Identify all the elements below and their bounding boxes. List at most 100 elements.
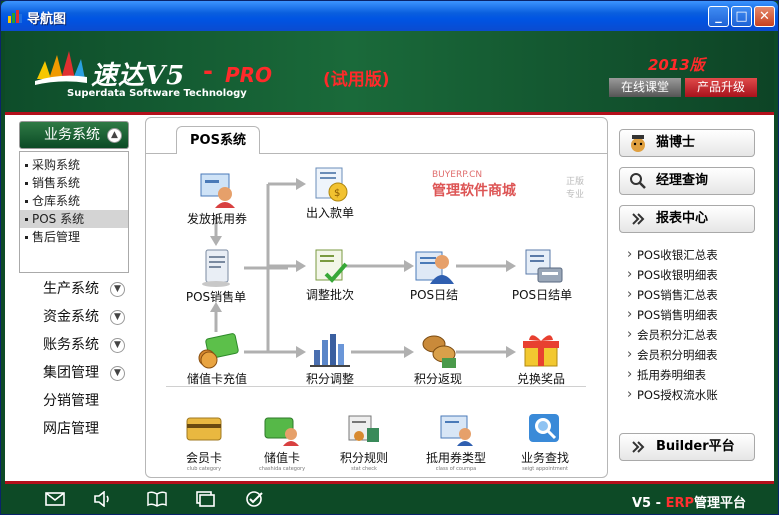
- daily-report-person-icon: [415, 251, 454, 284]
- sidebar-group-label: 账务系统: [43, 337, 99, 353]
- sidebar-group-distribution[interactable]: 分销管理: [19, 389, 129, 413]
- footer-prefix: V5 -: [632, 496, 662, 511]
- quick-sublabel: class of coumpa: [435, 466, 477, 472]
- quick-sublabel: stat check: [351, 466, 377, 472]
- sidebar-item-aftersales[interactable]: 售后管理: [20, 228, 128, 246]
- section-divider: [166, 386, 586, 387]
- quick-label: 储值卡: [263, 451, 300, 465]
- flow-card-topup[interactable]: 储值卡充值: [182, 330, 252, 387]
- report-link[interactable]: POS销售汇总表: [627, 285, 718, 305]
- online-class-button[interactable]: 在线课堂: [609, 78, 681, 97]
- flow-label: POS日结: [409, 288, 459, 302]
- flow-label: 发放抵用券: [186, 212, 247, 226]
- report-link[interactable]: POS销售明细表: [627, 305, 718, 325]
- sidebar-group-label: 分销管理: [43, 393, 99, 409]
- flow-pos-daily[interactable]: POS日结: [404, 246, 464, 303]
- sidebar-group-business[interactable]: 业务系统 ▲: [19, 121, 129, 149]
- report-center-button[interactable]: 报表中心: [619, 205, 755, 233]
- flow-adjust-batch[interactable]: 调整批次: [298, 246, 362, 303]
- chevron-down-icon: ▼: [110, 282, 125, 297]
- chevron-down-icon: ▼: [110, 338, 125, 353]
- gift-box-icon: [523, 335, 559, 367]
- footer-erp: ERP: [665, 496, 694, 511]
- report-link[interactable]: 会员积分明细表: [627, 345, 718, 365]
- mascot-button[interactable]: 猫博士: [619, 129, 755, 157]
- check-icon[interactable]: [245, 491, 265, 507]
- sidebar-sublist: 采购系统 销售系统 仓库系统 POS 系统 售后管理: [19, 151, 129, 273]
- sidebar-group-accounting[interactable]: 账务系统 ▼: [19, 333, 129, 357]
- search-icon: [529, 414, 559, 442]
- double-chevron-right-icon: [632, 213, 645, 225]
- chevron-down-icon: ▼: [110, 366, 125, 381]
- flow-label: POS销售单: [185, 290, 247, 304]
- report-link[interactable]: 会员积分汇总表: [627, 325, 718, 345]
- report-link[interactable]: 抵用券明细表: [627, 365, 718, 385]
- flow-label: 储值卡充值: [186, 372, 247, 386]
- mail-icon[interactable]: [45, 491, 65, 507]
- report-list: POS收银汇总表 POS收银明细表 POS销售汇总表 POS销售明细表 会员积分…: [627, 245, 718, 405]
- quick-member-card[interactable]: 会员卡 club category: [176, 412, 232, 472]
- card-coins-icon: [198, 333, 239, 369]
- quick-label: 会员卡: [185, 451, 222, 465]
- flow-label: 积分返现: [413, 372, 462, 386]
- sidebar-item-warehouse[interactable]: 仓库系统: [20, 192, 128, 210]
- sidebar-item-purchase[interactable]: 采购系统: [20, 156, 128, 174]
- report-link[interactable]: POS收银明细表: [627, 265, 718, 285]
- coins-stack-icon: [422, 335, 456, 368]
- builder-button[interactable]: Builder平台: [619, 433, 755, 461]
- report-link[interactable]: POS收银汇总表: [627, 245, 718, 265]
- brand-dash: -: [203, 57, 213, 85]
- quick-label: 积分规则: [339, 451, 388, 465]
- flow-pos-daily-slip[interactable]: POS日结单: [506, 246, 578, 303]
- sidebar-item-pos[interactable]: POS 系统: [20, 210, 128, 228]
- flow-label: POS日结单: [511, 288, 573, 302]
- cash-document-icon: $: [315, 167, 348, 202]
- sidebar-item-sales[interactable]: 销售系统: [20, 174, 128, 192]
- chevron-down-icon: ▼: [110, 310, 125, 325]
- sidebar-group-production[interactable]: 生产系统 ▼: [19, 277, 129, 301]
- report-link[interactable]: POS授权流水账: [627, 385, 718, 405]
- main-panel: POS系统 BUYERP.CN 管理软件商城 正版 专业 发放抵用券 $ 出入款…: [145, 117, 608, 478]
- chevron-up-icon: ▲: [107, 128, 122, 143]
- flow-label: 积分调整: [305, 372, 354, 386]
- quick-voucher-type[interactable]: 抵用券类型 class of coumpa: [416, 412, 496, 472]
- maximize-button[interactable]: □: [731, 6, 752, 27]
- points-rules-icon: [348, 415, 379, 442]
- double-chevron-right-icon: [632, 441, 645, 453]
- sidebar-group-webshop[interactable]: 网店管理: [19, 417, 129, 441]
- quick-label: 抵用券类型: [425, 451, 486, 465]
- sidebar-group-label: 资金系统: [43, 309, 99, 325]
- flow-points-return[interactable]: 积分返现: [406, 330, 470, 387]
- flow-points-adjust[interactable]: 积分调整: [298, 330, 362, 387]
- footer-platform-label: V5 - ERP管理平台: [632, 492, 746, 511]
- manager-query-label: 经理查询: [656, 173, 709, 188]
- close-button[interactable]: ✕: [754, 6, 775, 27]
- flow-in-out-slip[interactable]: $ 出入款单: [298, 164, 362, 221]
- sidebar-group-funds[interactable]: 资金系统 ▼: [19, 305, 129, 329]
- speaker-icon[interactable]: [93, 491, 113, 507]
- window-title: 导航图: [27, 12, 67, 27]
- sidebar-group-label: 生产系统: [43, 281, 99, 297]
- quick-points-rules[interactable]: 积分规则 stat check: [332, 412, 396, 472]
- flow-label: 兑换奖品: [516, 372, 565, 386]
- flow-label: 出入款单: [305, 206, 354, 220]
- sidebar-group-group-mgmt[interactable]: 集团管理 ▼: [19, 361, 129, 385]
- flow-pos-sales[interactable]: POS销售单: [176, 248, 256, 305]
- quick-sublabel: club category: [186, 466, 222, 472]
- minimize-button[interactable]: _: [708, 6, 729, 27]
- title-bar: 导航图 _ □ ✕: [1, 1, 778, 31]
- flow-redeem-prize[interactable]: 兑换奖品: [508, 330, 574, 387]
- quick-business-search[interactable]: 业务查找 seigt appointment: [512, 412, 578, 472]
- footer-suffix: 管理平台: [693, 496, 746, 511]
- sidebar-group-label: 集团管理: [43, 365, 99, 381]
- tab-pos-system[interactable]: POS系统: [176, 126, 260, 154]
- quick-stored-value-card[interactable]: 储值卡 chashida category: [252, 412, 312, 472]
- trial-label: (试用版): [323, 70, 390, 90]
- upgrade-button[interactable]: 产品升级: [685, 78, 757, 97]
- book-icon[interactable]: [147, 491, 167, 507]
- flow-issue-voucher[interactable]: 发放抵用券: [184, 170, 250, 227]
- member-card-icon: [186, 417, 222, 441]
- manager-query-button[interactable]: 经理查询: [619, 167, 755, 195]
- bar-chart-icon: [310, 334, 350, 367]
- windows-icon[interactable]: [195, 491, 215, 507]
